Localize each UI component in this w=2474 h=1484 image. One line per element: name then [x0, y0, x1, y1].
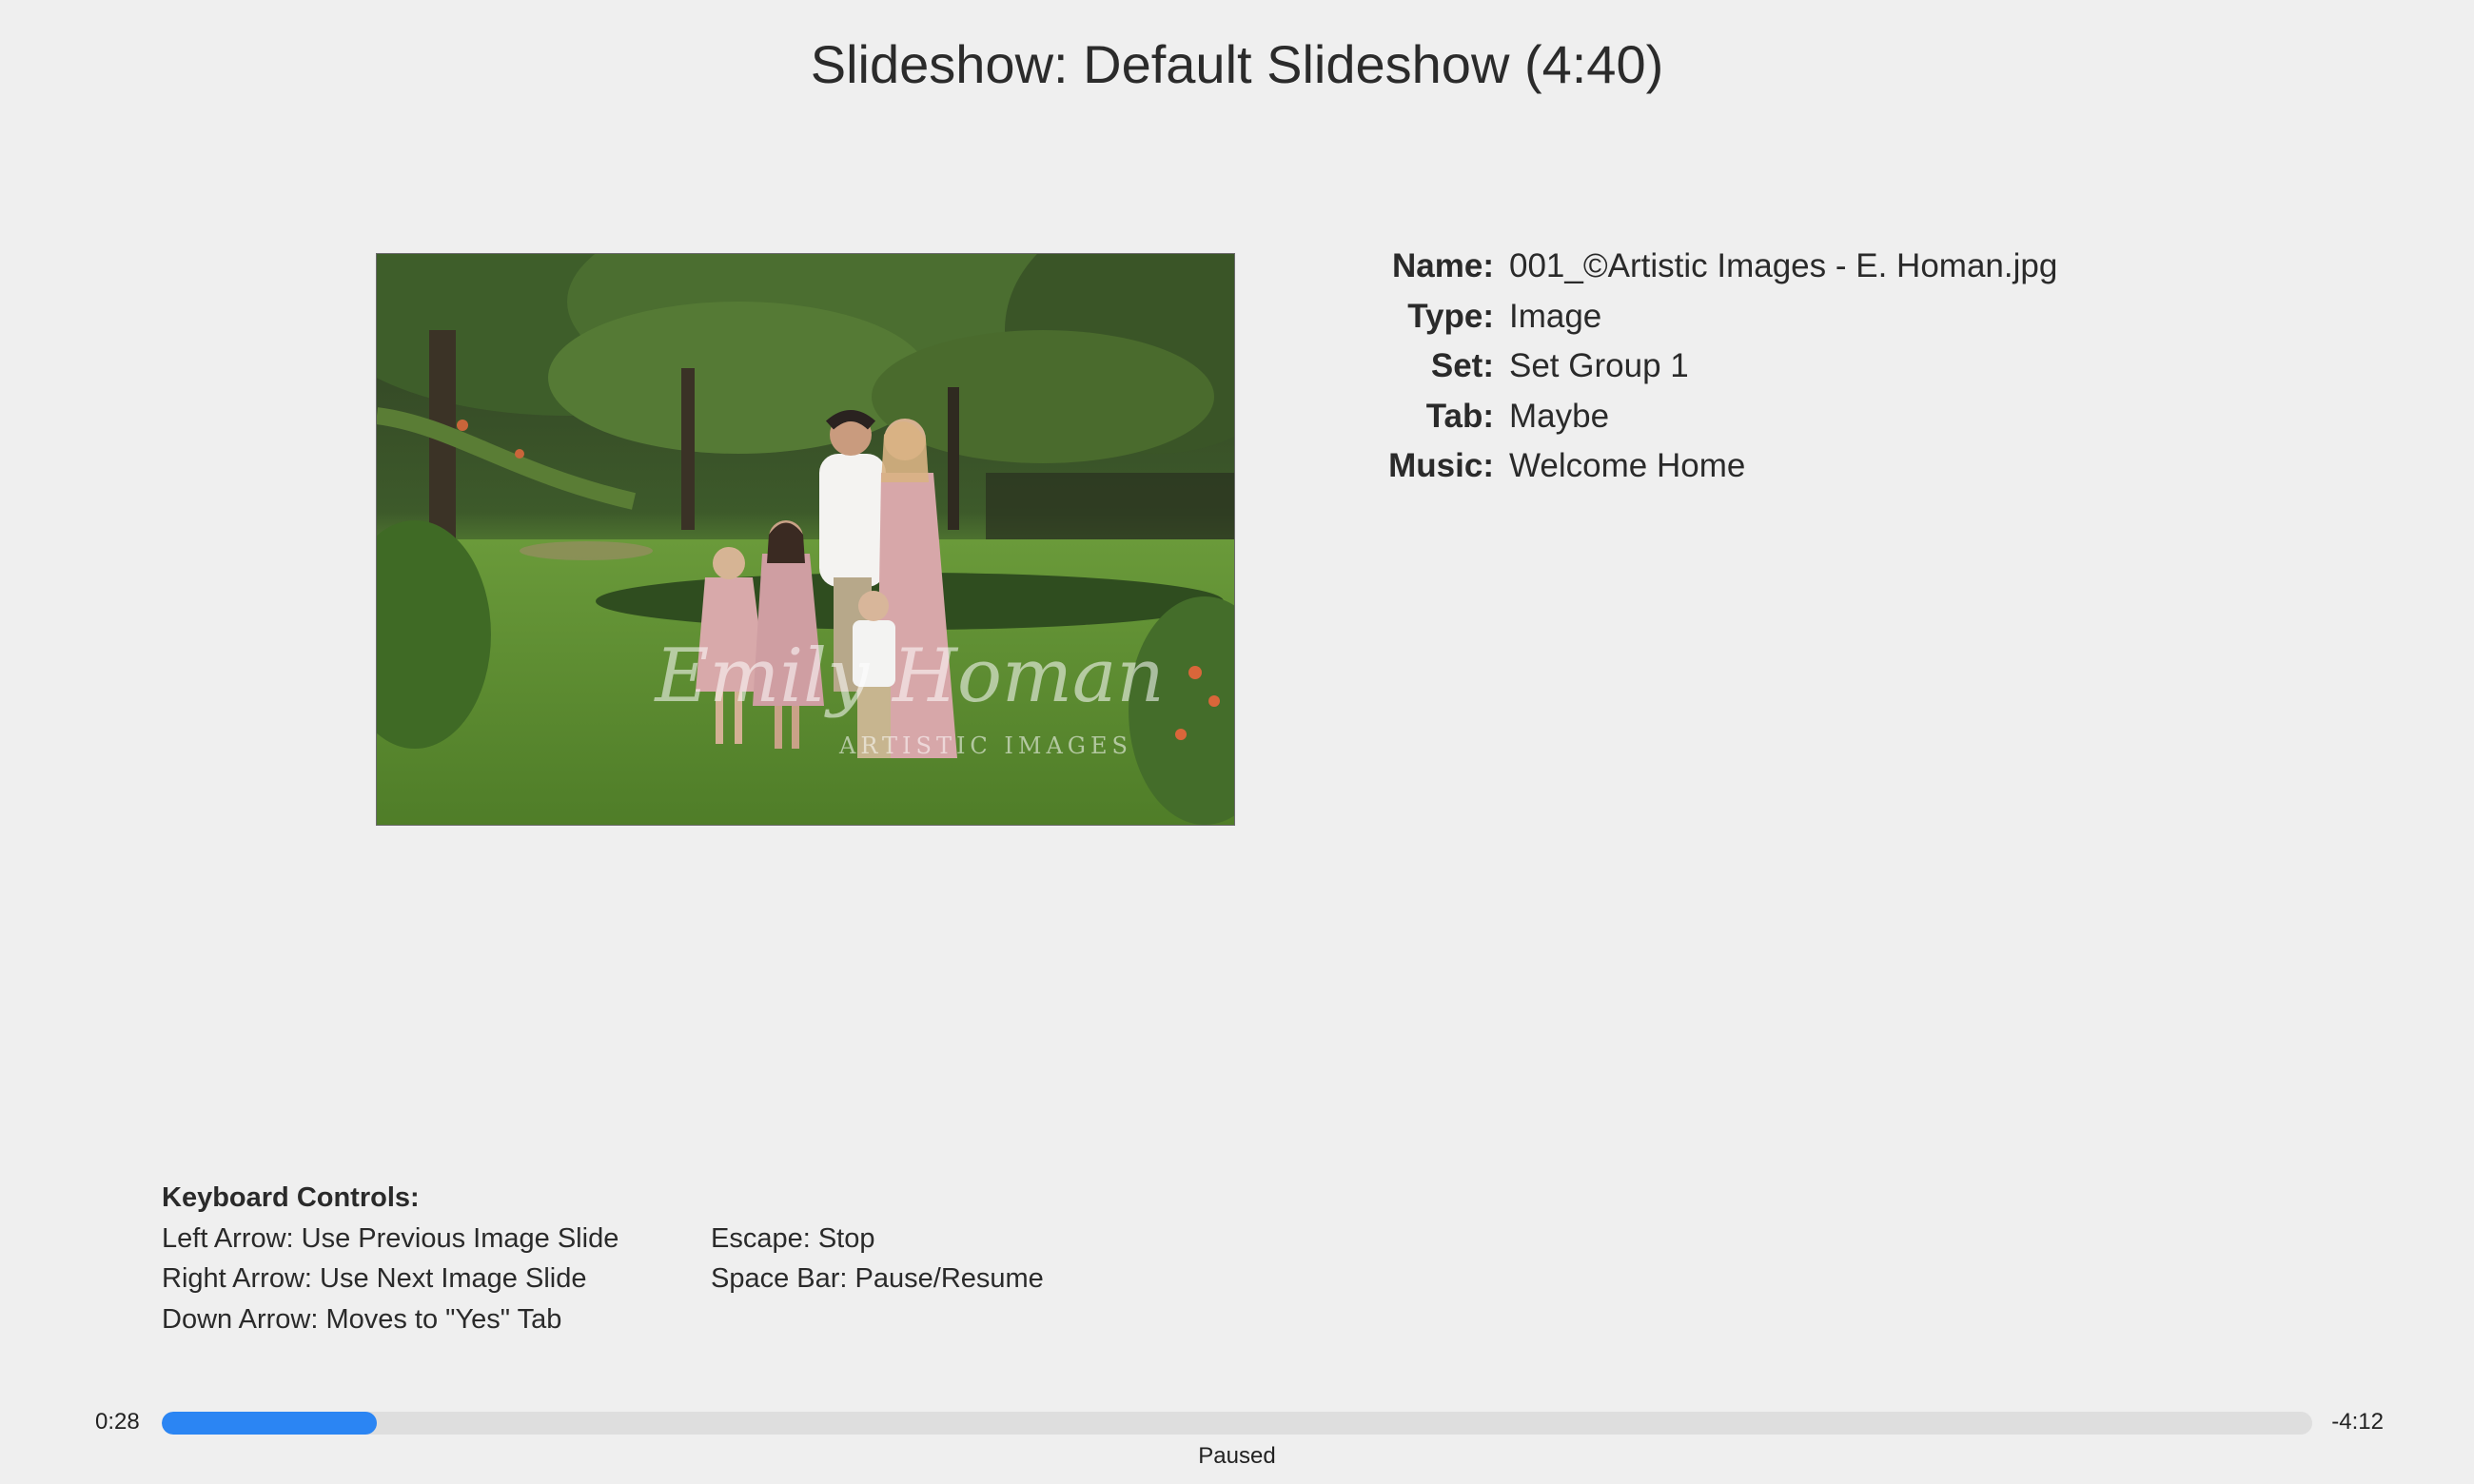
info-row-type: Type: Image: [1332, 292, 2057, 342]
info-row-music: Music: Welcome Home: [1332, 441, 2057, 492]
remaining-time: -4:12: [2331, 1409, 2384, 1435]
keyboard-controls: Keyboard Controls: Left Arrow: Use Previ…: [162, 1178, 1044, 1339]
info-row-set: Set: Set Group 1: [1332, 342, 2057, 392]
shortcut-escape: Escape: Stop: [711, 1222, 875, 1254]
elapsed-time: 0:28: [95, 1409, 140, 1435]
type-label: Type:: [1407, 297, 1494, 335]
progress-bar-fill: [162, 1412, 377, 1435]
shortcut-down-arrow: Down Arrow: Moves to "Yes" Tab: [162, 1303, 562, 1335]
set-label: Set:: [1430, 347, 1494, 384]
name-label: Name:: [1392, 247, 1494, 284]
music-value: Welcome Home: [1509, 447, 1746, 484]
watermark-caption: ARTISTIC IMAGES: [838, 732, 1132, 759]
keyboard-controls-right-column: Escape: Stop Space Bar: Pause/Resume: [711, 1219, 1044, 1340]
set-value: Set Group 1: [1509, 347, 1689, 384]
watermark-signature: Emily Homan: [653, 634, 1164, 719]
slideshow-title: Slideshow: Default Slideshow (4:40): [810, 34, 1664, 94]
info-row-tab: Tab: Maybe: [1332, 392, 2057, 442]
tab-value: Maybe: [1509, 397, 1610, 435]
slide-info-panel: Name: 001_©Artistic Images - E. Homan.jp…: [1332, 242, 2057, 492]
shortcut-right-arrow: Right Arrow: Use Next Image Slide: [162, 1263, 587, 1294]
tab-label: Tab:: [1425, 397, 1494, 435]
keyboard-controls-heading: Keyboard Controls:: [162, 1182, 420, 1213]
info-row-name: Name: 001_©Artistic Images - E. Homan.jp…: [1332, 242, 2057, 292]
slide-image: Emily Homan ARTISTIC IMAGES: [376, 253, 1235, 826]
keyboard-controls-left-column: Left Arrow: Use Previous Image Slide Rig…: [162, 1219, 711, 1340]
name-value: 001_©Artistic Images - E. Homan.jpg: [1509, 247, 2058, 284]
progress-bar[interactable]: [162, 1412, 2312, 1435]
shortcut-space-bar: Space Bar: Pause/Resume: [711, 1263, 1044, 1294]
shortcut-left-arrow: Left Arrow: Use Previous Image Slide: [162, 1222, 619, 1254]
playback-status: Paused: [1198, 1443, 1276, 1469]
music-label: Music:: [1388, 447, 1494, 484]
type-value: Image: [1509, 297, 1602, 335]
